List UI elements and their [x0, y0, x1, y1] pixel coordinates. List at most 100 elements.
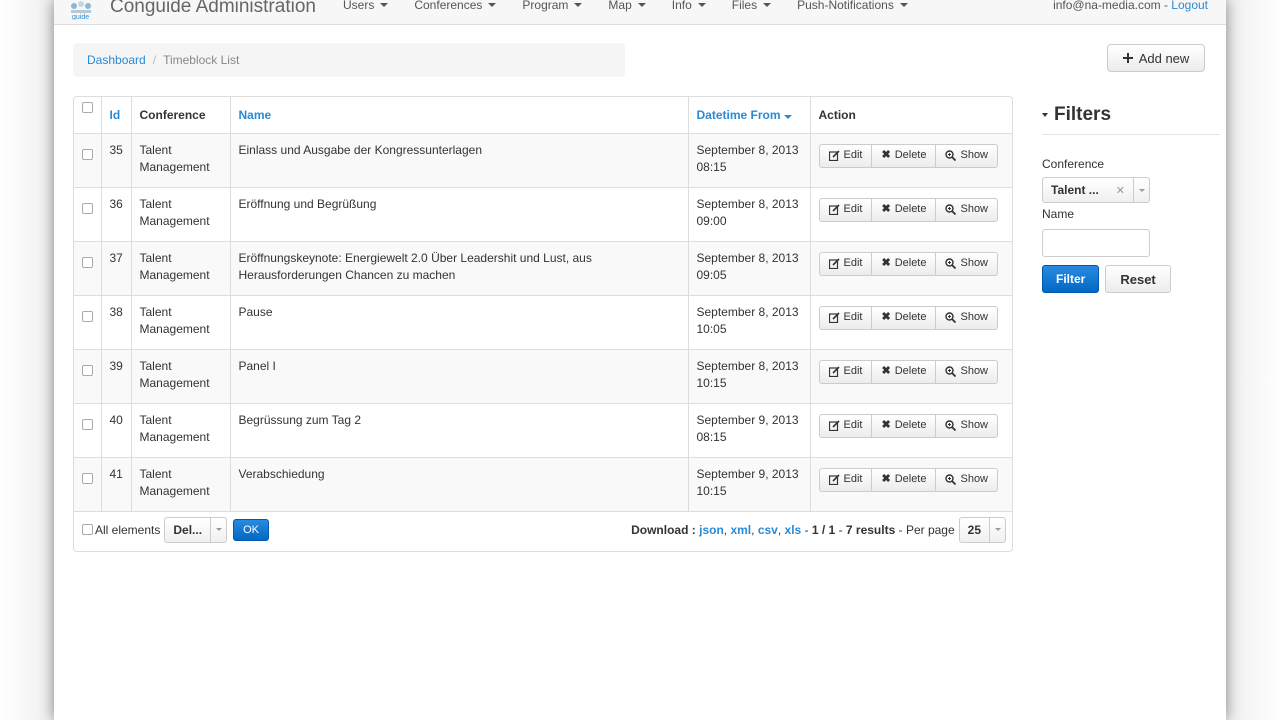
row-select-cell: [74, 187, 102, 242]
menu-map[interactable]: Map: [608, 0, 646, 12]
edit-button[interactable]: Edit: [818, 251, 873, 276]
edit-icon: [828, 420, 840, 431]
delete-label: Delete: [894, 419, 927, 431]
logout-link[interactable]: Logout: [1171, 0, 1208, 12]
delete-button[interactable]: ✖ Delete: [871, 143, 937, 168]
delete-button[interactable]: ✖ Delete: [871, 197, 937, 222]
row-checkbox[interactable]: [81, 256, 93, 268]
conference-filter-select[interactable]: Talent ... ✕: [1042, 177, 1150, 203]
menu-program[interactable]: Program: [522, 0, 583, 12]
show-button[interactable]: Show: [935, 467, 999, 492]
batch-action-value: Del...: [173, 522, 203, 537]
add-new-label: Add new: [1138, 50, 1190, 66]
batch-action-select[interactable]: Del...: [164, 516, 228, 543]
edit-button[interactable]: Edit: [818, 467, 873, 492]
menu-push-notifications[interactable]: Push-Notifications: [797, 0, 908, 12]
edit-button[interactable]: Edit: [818, 197, 873, 222]
batch-ok-button[interactable]: OK: [233, 518, 269, 541]
menu-files[interactable]: Files: [732, 0, 772, 12]
download-json-link[interactable]: json: [699, 523, 724, 537]
all-elements-checkbox[interactable]: [82, 524, 93, 535]
delete-button[interactable]: ✖ Delete: [871, 305, 937, 330]
row-select-cell: [74, 403, 102, 458]
zoom-in-icon: [945, 420, 957, 431]
row-date: September 8, 2013: [696, 142, 799, 157]
row-checkbox[interactable]: [81, 202, 93, 214]
download-csv-link[interactable]: csv: [758, 523, 778, 537]
desktop-backdrop-left: [0, 0, 54, 720]
select-all-checkbox[interactable]: [81, 102, 93, 113]
row-name: Panel I: [230, 349, 689, 404]
show-button[interactable]: Show: [935, 305, 999, 330]
conguide-logo-icon[interactable]: guide: [68, 0, 94, 20]
edit-button[interactable]: Edit: [818, 413, 873, 438]
row-select-cell: [74, 133, 102, 188]
download-pagination: Download : json, xml, csv, xls - 1 / 1 -…: [631, 516, 1006, 543]
brand-title[interactable]: Conguide Administration: [110, 0, 316, 18]
name-filter-label: Name: [1042, 207, 1075, 221]
zoom-in-icon: [945, 366, 957, 377]
edit-button[interactable]: Edit: [818, 305, 873, 330]
delete-button[interactable]: ✖ Delete: [871, 251, 937, 276]
delete-button[interactable]: ✖ Delete: [871, 467, 937, 492]
delete-button[interactable]: ✖ Delete: [871, 413, 937, 438]
filters-toggle[interactable]: Filters: [1042, 104, 1220, 135]
row-checkbox[interactable]: [81, 310, 93, 322]
row-checkbox[interactable]: [81, 472, 93, 484]
column-header-datetime[interactable]: Datetime From: [688, 97, 811, 134]
delete-icon: ✖: [881, 473, 891, 485]
menu-label: Map: [608, 0, 632, 12]
show-label: Show: [960, 365, 989, 377]
row-datetime: September 9, 2013 08:15: [688, 403, 811, 458]
row-date: September 9, 2013: [696, 412, 799, 427]
row-actions: Edit ✖ Delete Show: [810, 349, 1012, 404]
zoom-in-icon: [945, 474, 957, 485]
menu-users[interactable]: Users: [343, 0, 389, 12]
page-indicator: 1 / 1: [811, 522, 836, 537]
show-button[interactable]: Show: [935, 251, 999, 276]
caret-down-icon: [697, 3, 706, 7]
row-select-cell: [74, 295, 102, 350]
results-count: 7 results: [845, 522, 896, 537]
zoom-in-icon: [945, 150, 957, 161]
row-time: 10:15: [696, 375, 727, 390]
menu-conferences[interactable]: Conferences: [414, 0, 497, 12]
delete-label: Delete: [894, 257, 927, 269]
edit-label: Edit: [843, 203, 863, 215]
edit-button[interactable]: Edit: [818, 143, 873, 168]
row-conference: Talent Management: [131, 187, 231, 242]
row-checkbox[interactable]: [81, 148, 93, 160]
breadcrumb-dashboard-link[interactable]: Dashboard: [87, 53, 146, 67]
name-filter-input[interactable]: [1042, 229, 1150, 257]
download-xls-link[interactable]: xls: [785, 523, 802, 537]
edit-button[interactable]: Edit: [818, 359, 873, 384]
edit-label: Edit: [843, 257, 863, 269]
row-date: September 8, 2013: [696, 250, 799, 265]
browser-window: guide Conguide Administration Users Conf…: [54, 0, 1226, 720]
column-header-id[interactable]: Id: [101, 97, 132, 134]
filter-button[interactable]: Filter: [1042, 265, 1100, 293]
row-checkbox[interactable]: [81, 418, 93, 430]
per-page-select[interactable]: 25: [958, 516, 1006, 543]
caret-down-icon: [1042, 113, 1048, 117]
add-new-button[interactable]: Add new: [1107, 44, 1205, 72]
per-page-value: 25: [967, 522, 981, 537]
edit-label: Edit: [843, 311, 863, 323]
breadcrumb: Dashboard / Timeblock List: [73, 43, 625, 77]
delete-button[interactable]: ✖ Delete: [871, 359, 937, 384]
show-button[interactable]: Show: [935, 359, 999, 384]
caret-down-icon: [763, 3, 772, 7]
menu-info[interactable]: Info: [672, 0, 706, 12]
clear-icon[interactable]: ✕: [1116, 184, 1133, 197]
show-button[interactable]: Show: [935, 413, 999, 438]
download-xml-link[interactable]: xml: [730, 523, 751, 537]
show-button[interactable]: Show: [935, 143, 999, 168]
breadcrumb-current: Timeblock List: [163, 53, 240, 67]
delete-label: Delete: [894, 311, 927, 323]
row-checkbox[interactable]: [81, 364, 93, 376]
delete-label: Delete: [894, 203, 927, 215]
show-button[interactable]: Show: [935, 197, 999, 222]
reset-button[interactable]: Reset: [1105, 265, 1171, 293]
column-header-name[interactable]: Name: [230, 97, 689, 134]
row-name: Eröffnung und Begrüßung: [230, 187, 689, 242]
